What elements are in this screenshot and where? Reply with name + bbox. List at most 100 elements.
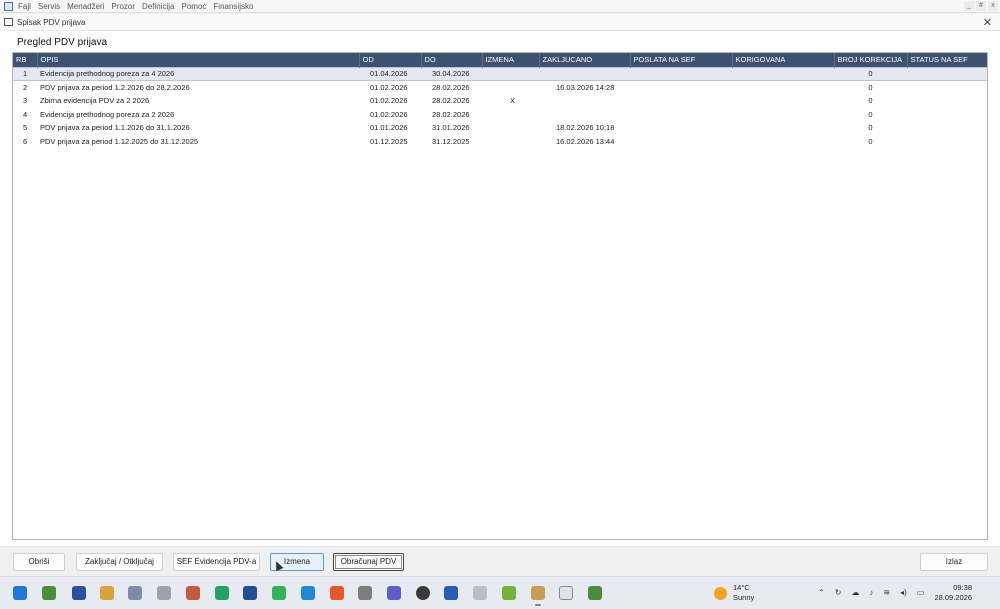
col-izmena[interactable]: IZMENA bbox=[482, 53, 540, 67]
minimize-icon[interactable]: _ bbox=[964, 1, 974, 11]
screen-icon[interactable] bbox=[559, 586, 573, 600]
col-opis[interactable]: OPIS bbox=[37, 53, 360, 67]
cell-zakljucano bbox=[539, 66, 630, 81]
clock-time: 09:38 bbox=[953, 583, 972, 592]
cell-izmena bbox=[482, 108, 539, 122]
obracunaj-button[interactable]: Obračunaj PDV bbox=[333, 553, 404, 571]
cell-poslata bbox=[630, 66, 732, 81]
spreadsheet-icon[interactable] bbox=[215, 586, 229, 600]
table-header: RB OPIS OD DO IZMENA ZAKLJUCANO POSLATA … bbox=[13, 53, 987, 67]
cell-korigovana bbox=[732, 121, 834, 135]
file-icon[interactable] bbox=[473, 586, 487, 600]
wifi-icon[interactable]: ≋ bbox=[883, 588, 890, 597]
calendar-icon[interactable] bbox=[186, 586, 200, 600]
pdv-table: RB OPIS OD DO IZMENA ZAKLJUCANO POSLATA … bbox=[13, 53, 987, 149]
cell-do: 28.02.2026 bbox=[432, 109, 470, 119]
col-broj[interactable]: BROJ KOREKCIJA bbox=[834, 53, 908, 67]
menu-definicija[interactable]: Definicija bbox=[142, 2, 174, 11]
app-icon[interactable] bbox=[42, 586, 56, 600]
menu-prozor[interactable]: Prozor bbox=[111, 2, 135, 11]
cell-do: 28.02.2026 bbox=[432, 83, 470, 92]
button-bar: Obriši Zaključaj / Otključaj SEF Evidenc… bbox=[0, 546, 1000, 576]
table-row[interactable]: 1 Evidencija prethodnog poreza za 4 2026 0… bbox=[13, 66, 987, 81]
cell-status bbox=[907, 81, 987, 95]
izlaz-button[interactable]: Izlaz bbox=[920, 553, 988, 571]
weather-temp: 14°C bbox=[733, 583, 750, 592]
cell-status bbox=[907, 66, 987, 81]
cell-opis: PDV prijava za period 1.2.2026 do 28.2.2… bbox=[40, 83, 190, 92]
cell-zakljucano bbox=[539, 94, 630, 108]
database-icon[interactable] bbox=[128, 586, 142, 600]
cell-do: 31.01.2026 bbox=[432, 123, 470, 133]
volume-icon[interactable]: ◂) bbox=[900, 588, 907, 597]
cell-od: 01.02.2026 bbox=[370, 109, 408, 119]
chevron-up-icon[interactable]: ⌃ bbox=[818, 588, 825, 597]
weather-desc: Sunny bbox=[733, 593, 755, 602]
menu-fajl[interactable]: Fajl bbox=[18, 2, 31, 11]
zakljucaj-button[interactable]: Zaključaj / Otključaj bbox=[76, 553, 163, 571]
cell-izmena bbox=[482, 121, 539, 135]
cell-od: 01.01.2026 bbox=[370, 123, 408, 133]
cloud-icon[interactable]: ☁ bbox=[851, 588, 859, 597]
window-close-icon[interactable]: ✕ bbox=[983, 16, 992, 29]
app-menubar: Fajl Servis Menadžeri Prozor Definicija … bbox=[0, 0, 1000, 13]
window-icon bbox=[4, 18, 13, 26]
menu-servis[interactable]: Servis bbox=[38, 2, 60, 11]
tools-icon[interactable] bbox=[358, 586, 372, 600]
cell-od: 01.02.2026 bbox=[370, 83, 408, 92]
media-icon[interactable] bbox=[416, 586, 430, 600]
sef-evidencija-button[interactable]: SEF Evidencija PDV-a bbox=[173, 553, 260, 571]
finance-app-icon[interactable] bbox=[531, 586, 545, 606]
cell-poslata bbox=[630, 121, 732, 135]
cell-broj: 0 bbox=[868, 83, 873, 92]
browser-icon[interactable] bbox=[330, 586, 344, 600]
obrisi-button[interactable]: Obriši bbox=[13, 553, 65, 571]
save-icon[interactable] bbox=[72, 586, 86, 600]
col-od[interactable]: OD bbox=[359, 53, 422, 67]
chat-icon[interactable] bbox=[272, 586, 286, 600]
table-row[interactable]: 6 PDV prijava za period 1.12.2025 do 31.1… bbox=[13, 135, 987, 149]
table-row[interactable]: 4 Evidencija prethodnog poreza za 2 2026 0… bbox=[13, 108, 987, 122]
col-status[interactable]: STATUS NA SEF bbox=[907, 53, 987, 67]
start-icon[interactable] bbox=[13, 586, 27, 600]
taskbar-clock[interactable]: 09:38 28.09.2026 bbox=[934, 583, 972, 603]
cell-rb: 4 bbox=[23, 109, 28, 119]
taskbar: 14°C Sunny ⌃ ↻ ☁ ♪ ≋ ◂) ▭ 09:38 28.09.20… bbox=[0, 576, 1000, 609]
sync-icon[interactable]: ↻ bbox=[835, 588, 842, 597]
battery-icon[interactable]: ▭ bbox=[917, 588, 925, 597]
restore-icon[interactable]: # bbox=[976, 1, 986, 11]
folder-icon[interactable] bbox=[100, 586, 114, 600]
weather-widget[interactable]: 14°C Sunny bbox=[714, 583, 754, 603]
cell-do: 30.04.2026 bbox=[421, 66, 482, 81]
col-rb[interactable]: RB bbox=[13, 53, 38, 67]
cell-status bbox=[907, 121, 987, 135]
col-poslata[interactable]: POSLATA NA SEF bbox=[630, 53, 733, 67]
table-row[interactable]: 2 PDV prijava za period 1.2.2026 do 28.2.… bbox=[13, 81, 987, 95]
photos-icon[interactable] bbox=[301, 586, 315, 600]
tree-icon[interactable] bbox=[502, 586, 516, 600]
notes-icon[interactable] bbox=[444, 586, 458, 600]
menu-finansijsko[interactable]: Finansijsko bbox=[213, 2, 253, 11]
col-do[interactable]: DO bbox=[421, 53, 483, 67]
utility-icon[interactable] bbox=[588, 586, 602, 600]
col-korigovana[interactable]: KORIGOVANA bbox=[732, 53, 835, 67]
cell-do: 28.02.2026 bbox=[432, 96, 470, 106]
teams-icon[interactable] bbox=[387, 586, 401, 600]
pdv-grid[interactable]: RB OPIS OD DO IZMENA ZAKLJUCANO POSLATA … bbox=[12, 52, 988, 540]
cell-zakljucano: 16.03.2026 14:28 bbox=[556, 83, 615, 92]
cell-broj: 0 bbox=[868, 123, 873, 133]
table-row[interactable]: 3 Zbirna evidencija PDV za 2 2026 01.02.20… bbox=[13, 94, 987, 108]
table-row[interactable]: 5 PDV prijava za period 1.1.2026 do 31.1.… bbox=[13, 121, 987, 135]
menu-menadzeri[interactable]: Menadžeri bbox=[67, 2, 104, 11]
menu-pomoc[interactable]: Pomoć bbox=[182, 2, 207, 11]
close-icon[interactable]: x bbox=[988, 1, 998, 11]
microphone-icon[interactable]: ♪ bbox=[869, 588, 873, 597]
cell-poslata bbox=[630, 135, 732, 149]
cell-izmena: X bbox=[510, 96, 516, 106]
drive-icon[interactable] bbox=[157, 586, 171, 600]
cell-opis: PDV prijava za period 1.1.2026 do 31.1.2… bbox=[40, 123, 190, 133]
cell-zakljucano bbox=[539, 108, 630, 122]
cell-broj: 0 bbox=[868, 109, 873, 119]
col-zakljucano[interactable]: ZAKLJUCANO bbox=[539, 53, 631, 67]
document-icon[interactable] bbox=[243, 586, 257, 600]
